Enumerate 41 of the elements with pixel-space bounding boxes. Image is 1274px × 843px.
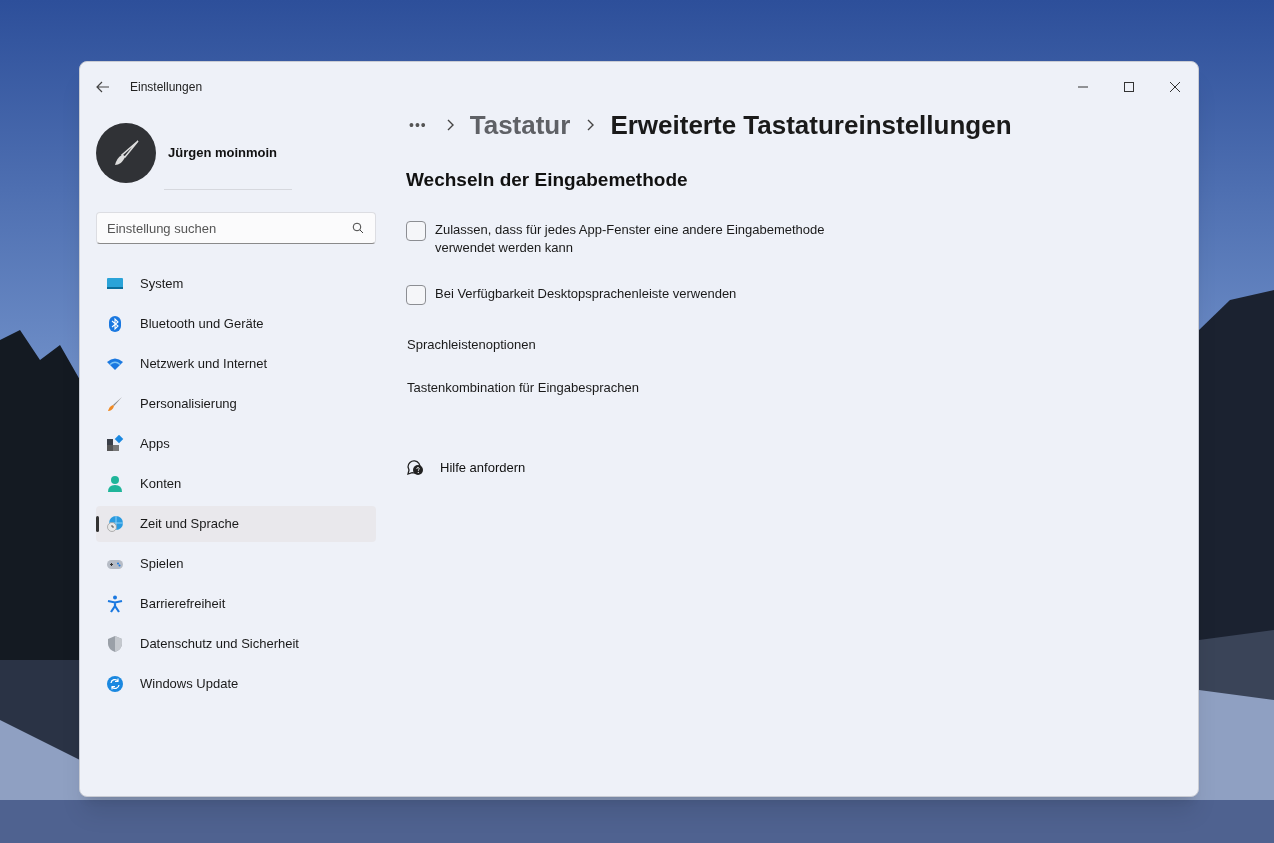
paintbrush-icon — [106, 395, 124, 413]
chevron-icon — [586, 119, 595, 131]
sidebar-item[interactable]: Spielen — [96, 546, 376, 582]
window-title: Einstellungen — [130, 79, 203, 96]
sidebar-item[interactable]: System — [96, 266, 376, 302]
close-icon[interactable] — [1170, 82, 1180, 92]
sidebar-item[interactable]: Bluetooth und Geräte — [96, 306, 376, 342]
globe-clock-icon — [106, 515, 124, 533]
sidebar-item[interactable]: Apps — [96, 426, 376, 462]
bluetooth-icon — [106, 315, 124, 333]
help-link[interactable]: Hilfe anfordern — [440, 457, 526, 477]
account-name: Jürgen moinmoin — [168, 144, 278, 163]
search-field[interactable]: Einstellung suchen — [96, 212, 376, 244]
search-icon — [352, 222, 364, 234]
sidebar-item[interactable]: Windows Update — [96, 666, 376, 702]
sidebar-item[interactable]: Zeit und Sprache — [96, 506, 376, 542]
person-icon — [106, 475, 124, 493]
sidebar-item[interactable]: Barrierefreiheit — [96, 586, 376, 622]
sidebar-item[interactable]: Konten — [96, 466, 376, 502]
checkbox-label: Bei Verfügbarkeit Desktopsprachenleiste verwenden — [435, 284, 737, 303]
back-icon[interactable] — [96, 81, 110, 93]
checkbox[interactable] — [406, 284, 426, 305]
accessibility-icon — [106, 595, 124, 613]
settings-link[interactable]: Sprachleistenoptionen — [407, 334, 536, 354]
sidebar-item[interactable]: Datenschutz und Sicherheit — [96, 626, 376, 662]
apps-icon — [106, 435, 124, 453]
sidebar-item[interactable]: Personalisierung — [96, 386, 376, 422]
chevron-icon — [445, 119, 454, 131]
checkbox[interactable] — [406, 220, 426, 241]
help-icon — [406, 458, 424, 477]
more-breadcrumbs-button[interactable]: ••• — [406, 114, 430, 136]
checkbox-label: Zulassen, dass für jedes App-Fenster eine andere Eingabemethode verwendet werden kann — [435, 220, 826, 257]
selection-indicator — [96, 516, 99, 532]
settings-link[interactable]: Tastenkombination für Eingabesprachen — [407, 378, 639, 398]
maximize-icon[interactable] — [1124, 82, 1134, 92]
sidebar-item[interactable]: Netzwerk und Internet — [96, 346, 376, 382]
section-heading: Wechseln der Eingabemethode — [406, 168, 689, 192]
update-icon — [106, 675, 124, 693]
shield-icon — [106, 635, 124, 653]
page-title: Erweiterte Tastatureinstellungen — [610, 108, 1012, 142]
breadcrumb-link[interactable]: Tastatur — [469, 105, 571, 145]
